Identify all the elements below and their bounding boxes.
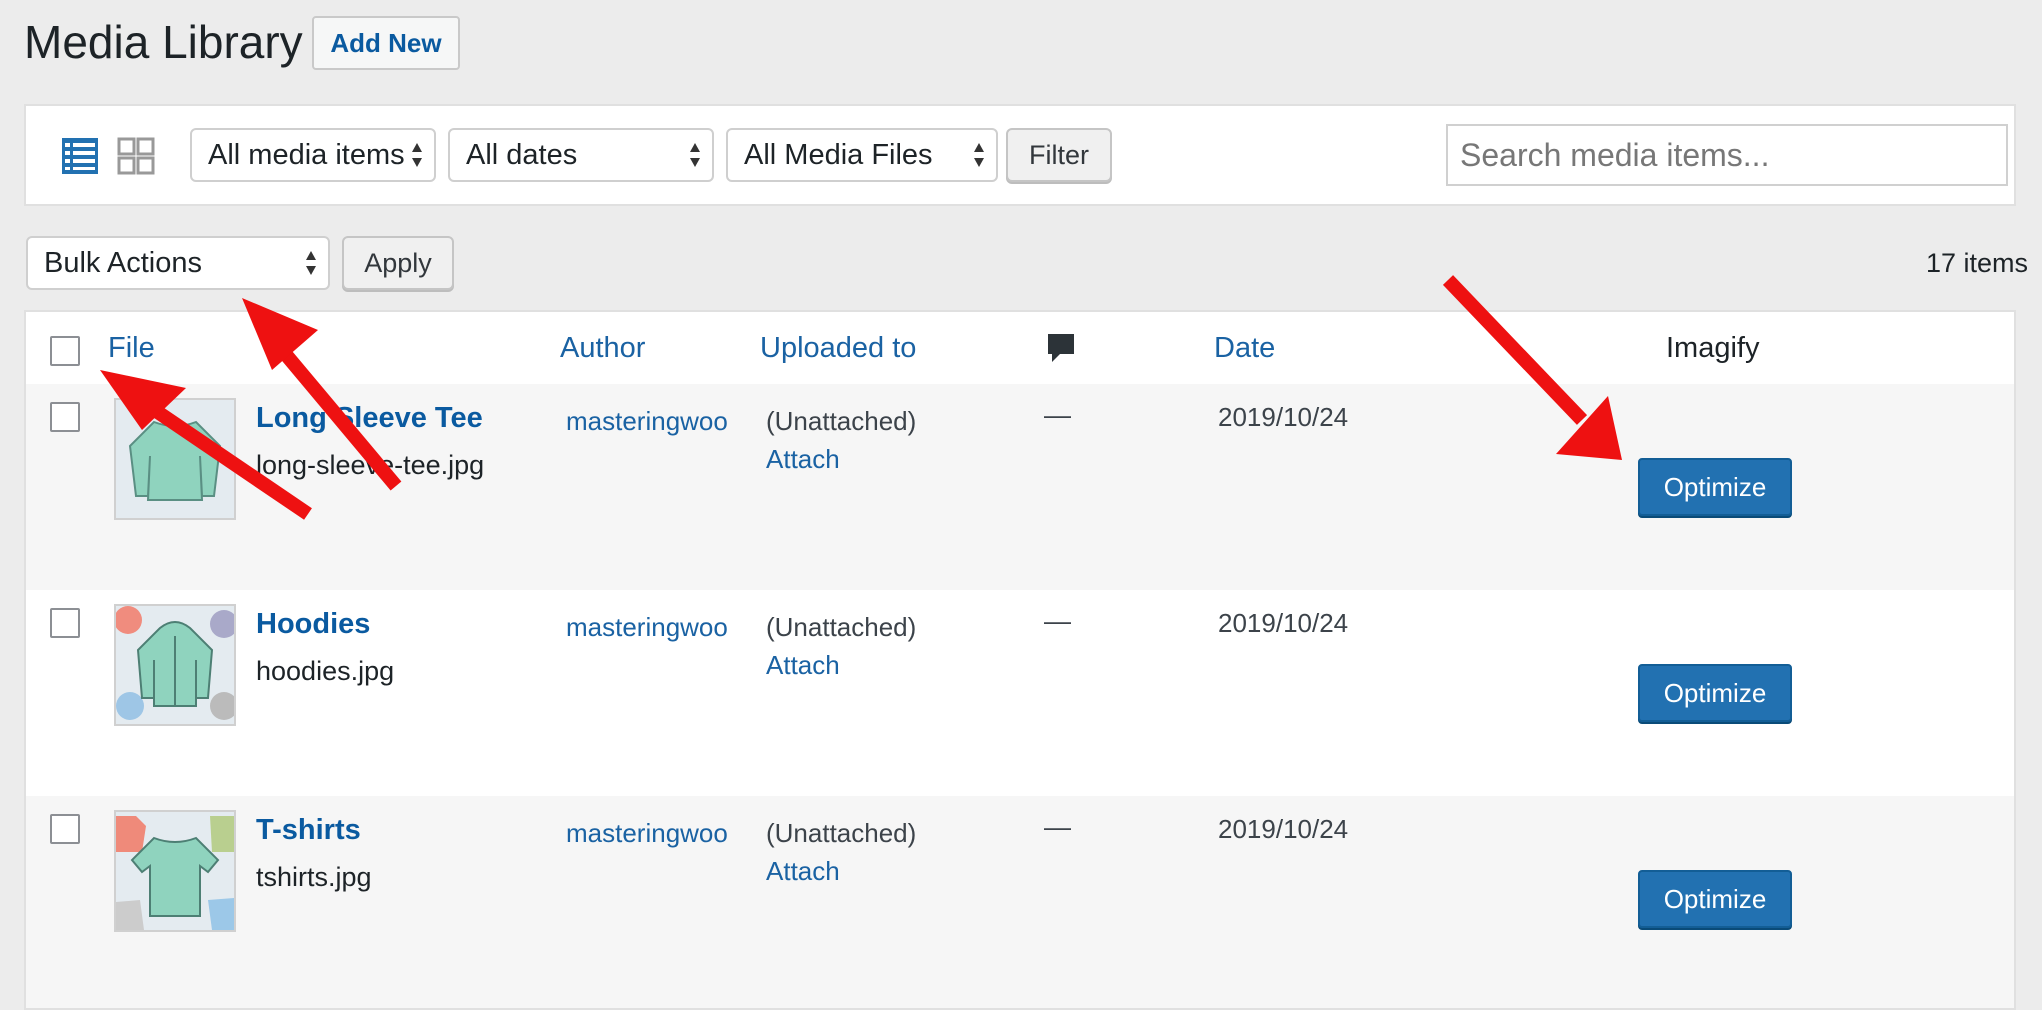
media-title-link[interactable]: Hoodies — [256, 608, 370, 641]
hoodie-thumbnail-icon — [116, 606, 234, 724]
dates-select-value: All dates — [466, 139, 578, 171]
media-title-link[interactable]: T-shirts — [256, 814, 361, 847]
dates-select[interactable]: All dates — [448, 128, 714, 182]
filter-bar: All media items All dates All Media File… — [24, 104, 2016, 206]
upload-date: 2019/10/24 — [1218, 608, 1349, 638]
sweater-thumbnail-icon — [116, 400, 234, 518]
media-filename: long-sleeve-tee.jpg — [256, 450, 485, 480]
column-file[interactable]: File — [108, 332, 155, 365]
media-type-select-value: All media items — [208, 139, 405, 171]
column-imagify: Imagify — [1666, 332, 1760, 364]
select-arrows-icon — [974, 143, 984, 167]
media-filename: hoodies.jpg — [256, 656, 395, 686]
table-row: Long Sleeve Tee long-sleeve-tee.jpg mast… — [26, 384, 2014, 590]
select-arrows-icon — [306, 251, 316, 275]
list-view-icon[interactable] — [60, 136, 100, 176]
table-row: Hoodies hoodies.jpg masteringwoo (Unatta… — [26, 590, 2014, 796]
page-title: Media Library — [24, 16, 303, 68]
column-uploaded-to[interactable]: Uploaded to — [760, 332, 916, 365]
select-arrows-icon — [690, 143, 700, 167]
attach-link[interactable]: Attach — [766, 852, 916, 890]
bulk-actions-select[interactable]: Bulk Actions — [26, 236, 330, 290]
unattached-label: (Unattached) — [766, 406, 917, 436]
column-author[interactable]: Author — [560, 332, 645, 365]
thumbnail-image[interactable] — [114, 604, 236, 726]
comments-count: — — [1044, 812, 1071, 842]
apply-button[interactable]: Apply — [342, 236, 454, 290]
uploaded-to: (Unattached) Attach — [766, 608, 916, 684]
author-link[interactable]: masteringwoo — [566, 402, 736, 440]
search-input[interactable] — [1446, 124, 2008, 186]
media-type-select[interactable]: All media items — [190, 128, 436, 182]
add-new-button[interactable]: Add New — [312, 16, 460, 70]
optimize-button[interactable]: Optimize — [1638, 870, 1792, 928]
imagify-filter-select-value: All Media Files — [744, 139, 933, 171]
comments-count: — — [1044, 400, 1071, 430]
table-header: File Author Uploaded to Date Imagify — [26, 312, 2014, 386]
unattached-label: (Unattached) — [766, 612, 917, 642]
select-all-checkbox[interactable] — [50, 336, 80, 366]
thumbnail-image[interactable] — [114, 398, 236, 520]
unattached-label: (Unattached) — [766, 818, 917, 848]
bulk-actions-select-value: Bulk Actions — [44, 247, 202, 279]
author-link[interactable]: masteringwoo — [566, 608, 736, 646]
media-filename: tshirts.jpg — [256, 862, 372, 892]
tshirt-thumbnail-icon — [116, 812, 234, 930]
filter-button[interactable]: Filter — [1006, 128, 1112, 182]
author-link[interactable]: masteringwoo — [566, 814, 736, 852]
select-arrows-icon — [412, 143, 422, 167]
uploaded-to: (Unattached) Attach — [766, 402, 916, 478]
column-date[interactable]: Date — [1214, 332, 1275, 365]
media-table: File Author Uploaded to Date Imagify Lon… — [24, 310, 2016, 1010]
optimize-button[interactable]: Optimize — [1638, 458, 1792, 516]
items-count: 17 items — [1925, 248, 2028, 278]
grid-view-icon[interactable] — [116, 136, 156, 176]
optimize-button[interactable]: Optimize — [1638, 664, 1792, 722]
upload-date: 2019/10/24 — [1218, 814, 1349, 844]
table-row: T-shirts tshirts.jpg masteringwoo (Unatt… — [26, 796, 2014, 1002]
thumbnail-image[interactable] — [114, 810, 236, 932]
uploaded-to: (Unattached) Attach — [766, 814, 916, 890]
row-checkbox[interactable] — [50, 402, 80, 432]
comments-count: — — [1044, 606, 1071, 636]
row-checkbox[interactable] — [50, 814, 80, 844]
attach-link[interactable]: Attach — [766, 440, 916, 478]
row-checkbox[interactable] — [50, 608, 80, 638]
media-title-link[interactable]: Long Sleeve Tee — [256, 402, 483, 435]
comment-bubble-icon — [1048, 334, 1074, 362]
attach-link[interactable]: Attach — [766, 646, 916, 684]
upload-date: 2019/10/24 — [1218, 402, 1349, 432]
imagify-filter-select[interactable]: All Media Files — [726, 128, 998, 182]
